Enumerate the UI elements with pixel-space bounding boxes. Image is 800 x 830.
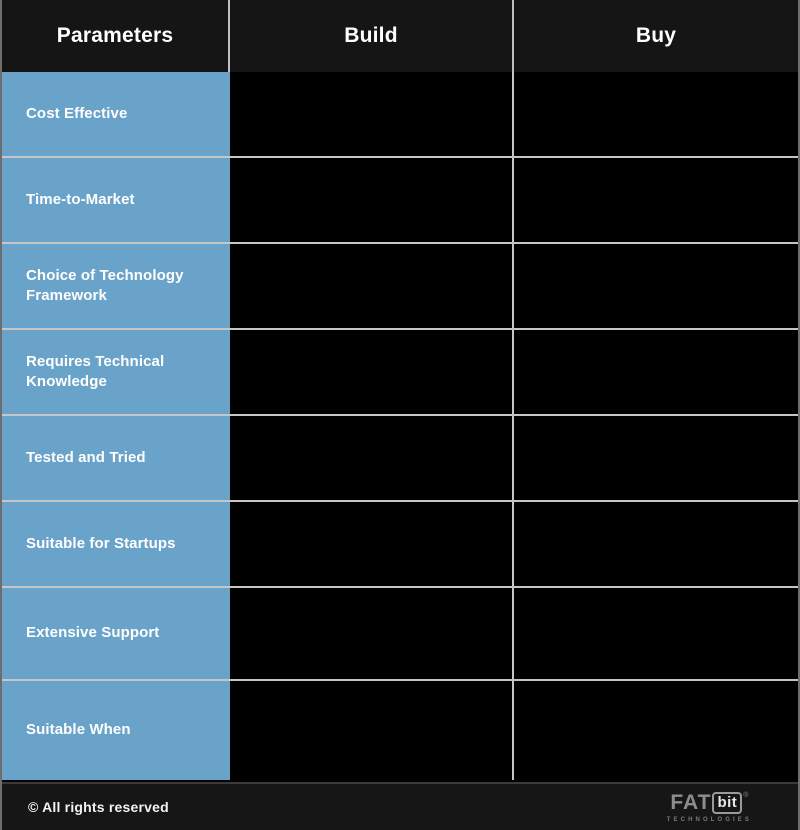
table-row: Time-to-Market [2, 158, 798, 244]
logo-wordmark: FAT bit ® [670, 791, 749, 814]
build-cell [230, 330, 514, 414]
build-cell [230, 681, 514, 780]
page-footer: © All rights reserved FAT bit ® TECHNOLO… [2, 782, 798, 830]
table-row: Choice of Technology Framework [2, 244, 798, 330]
buy-cell [514, 244, 798, 328]
table-row: Extensive Support [2, 588, 798, 681]
buy-cell [514, 502, 798, 586]
build-cell [230, 72, 514, 156]
logo-fat-text: FAT [670, 791, 712, 814]
build-cell [230, 588, 514, 679]
table-row: Suitable When [2, 681, 798, 780]
build-cell [230, 244, 514, 328]
table-row: Suitable for Startups [2, 502, 798, 588]
registered-trademark-icon: ® [743, 791, 749, 799]
column-header-build: Build [230, 0, 514, 72]
parameter-label: Suitable for Startups [2, 502, 230, 586]
table-body: Cost Effective Time-to-Market Choice of … [2, 72, 798, 782]
column-header-parameters: Parameters [2, 0, 230, 72]
build-cell [230, 502, 514, 586]
buy-cell [514, 330, 798, 414]
comparison-table-page: Parameters Build Buy Cost Effective Time… [0, 0, 800, 830]
buy-cell [514, 158, 798, 242]
table-header-row: Parameters Build Buy [2, 0, 798, 72]
table-row: Cost Effective [2, 72, 798, 158]
buy-cell [514, 588, 798, 679]
parameter-label: Requires Technical Knowledge [2, 330, 230, 414]
parameter-label: Extensive Support [2, 588, 230, 679]
table-row: Requires Technical Knowledge [2, 330, 798, 416]
build-cell [230, 416, 514, 500]
buy-cell [514, 681, 798, 780]
logo-bit-badge: bit [712, 791, 743, 814]
buy-cell [514, 72, 798, 156]
fatbit-logo: FAT bit ® TECHNOLOGIES [666, 791, 772, 823]
parameter-label: Suitable When [2, 681, 230, 780]
parameter-label: Cost Effective [2, 72, 230, 156]
parameter-label: Tested and Tried [2, 416, 230, 500]
parameter-label: Choice of Technology Framework [2, 244, 230, 328]
column-header-buy: Buy [514, 0, 798, 72]
parameter-label: Time-to-Market [2, 158, 230, 242]
copyright-text: © All rights reserved [28, 799, 169, 815]
build-cell [230, 158, 514, 242]
table-row: Tested and Tried [2, 416, 798, 502]
buy-cell [514, 416, 798, 500]
logo-tagline: TECHNOLOGIES [666, 816, 752, 823]
